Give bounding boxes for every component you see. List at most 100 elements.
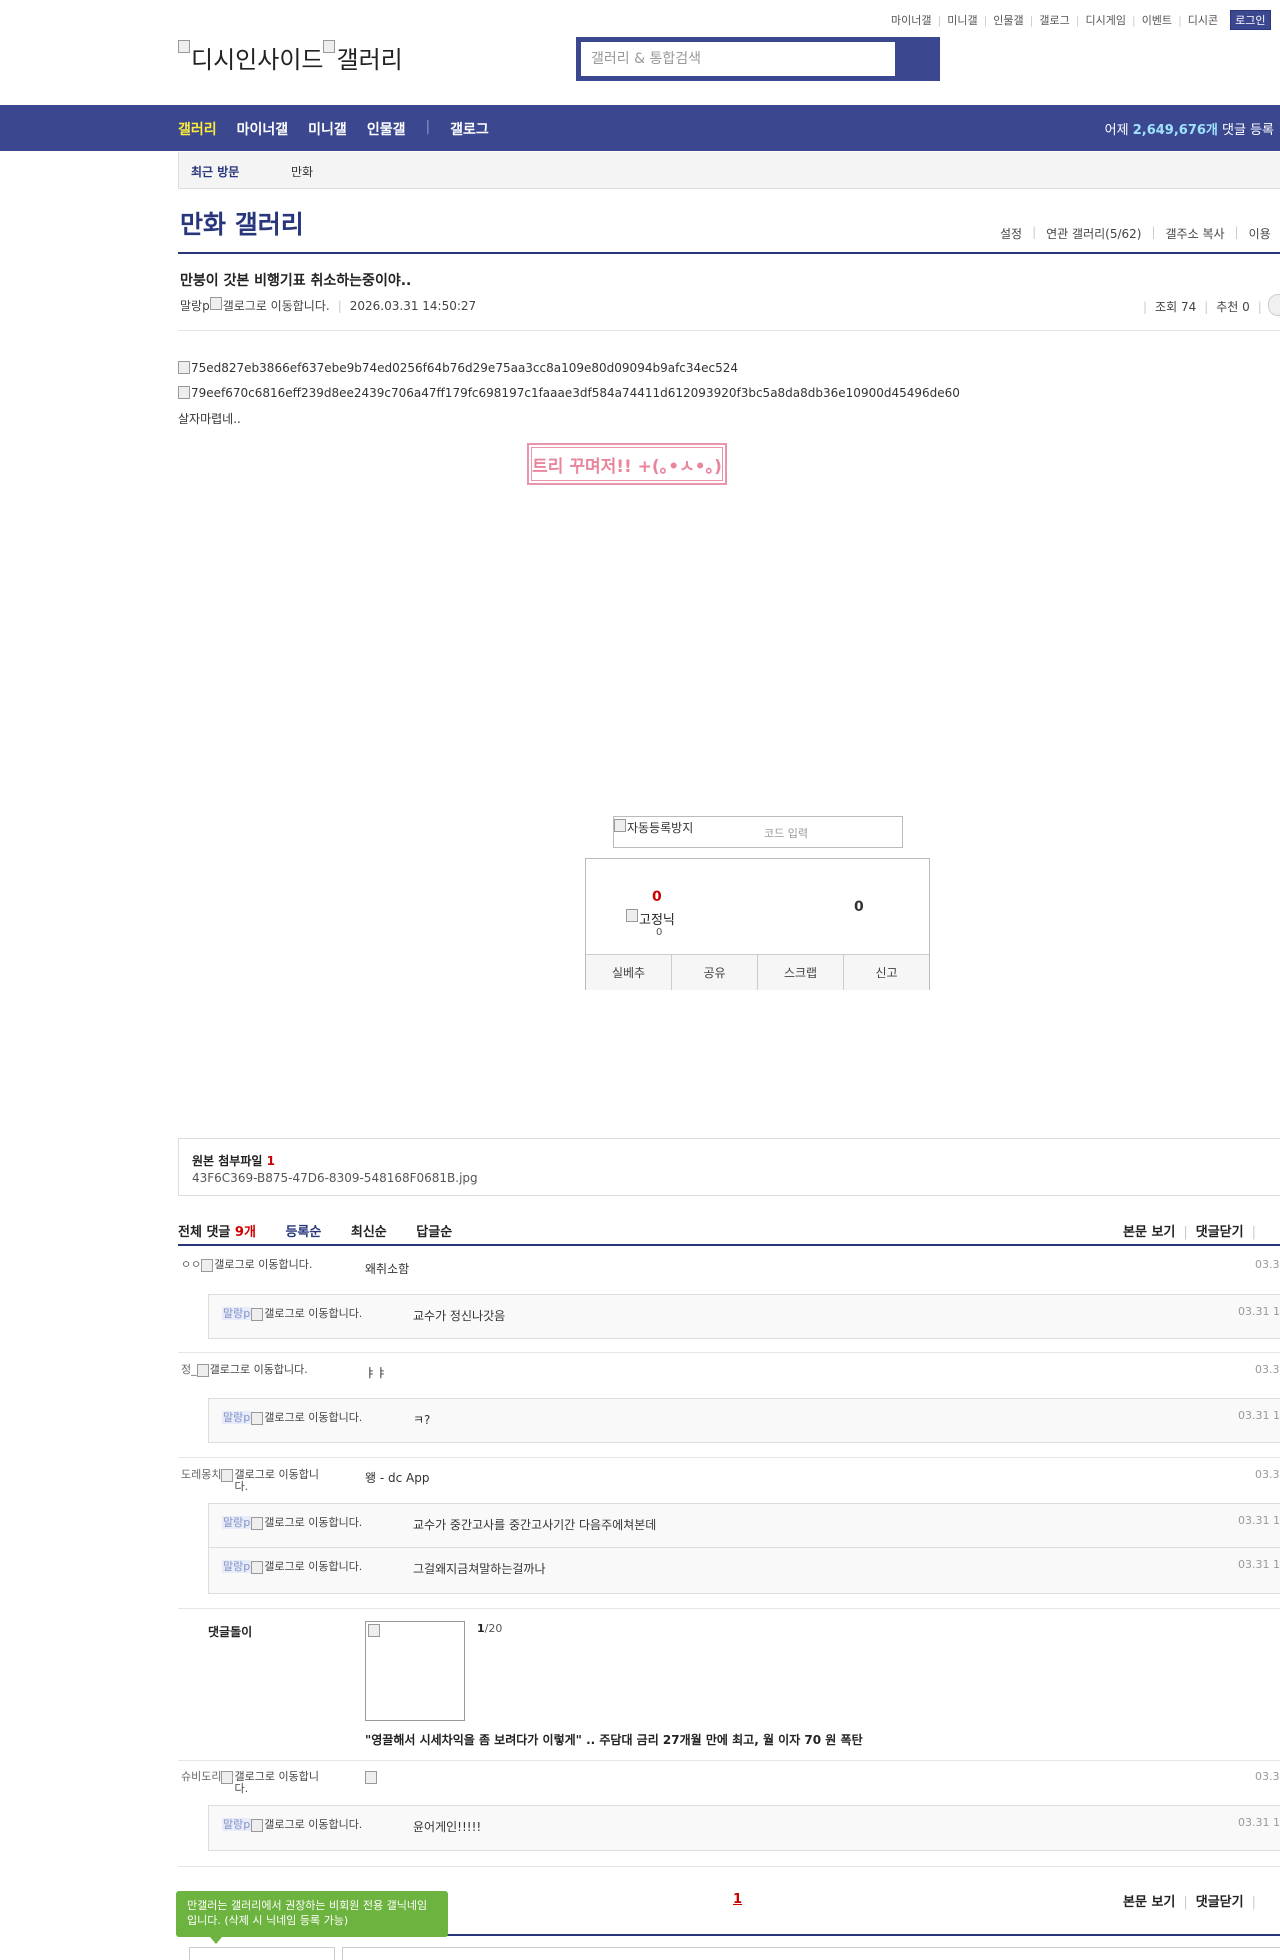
nav-divider: | bbox=[425, 119, 431, 135]
comment-nick[interactable]: 슈비도리 갤로그로 이동합니다. bbox=[181, 1771, 326, 1795]
dolli-pager: 1/20 bbox=[477, 1622, 502, 1635]
image-alt-text: 75ed827eb3866ef637ebe9b74ed0256f64b76d29… bbox=[191, 361, 739, 375]
related-gallery-link[interactable]: 연관 갤러리(5/62) bbox=[1046, 225, 1141, 242]
nav-item-person[interactable]: 인물갤 bbox=[367, 119, 406, 139]
page-number-current[interactable]: 1 bbox=[733, 1892, 742, 1907]
gallog-alt-text: 갤로그로 이동합니다. bbox=[264, 1560, 363, 1573]
comment-count-circle[interactable] bbox=[1268, 294, 1280, 316]
reply-date: 03.31 1 bbox=[1238, 1514, 1280, 1527]
nav-item-minor[interactable]: 마이너갤 bbox=[237, 119, 289, 139]
gallog-icon[interactable] bbox=[209, 297, 222, 310]
search-button[interactable] bbox=[897, 40, 937, 78]
comment-text: 왜취소함 bbox=[365, 1262, 410, 1276]
tree-event-banner[interactable]: 트리 꾸며저!! +(｡•ㅅ•｡) bbox=[527, 443, 727, 485]
divider: | bbox=[1183, 1895, 1188, 1910]
logo-sub-alt-text: 갤러리 bbox=[336, 46, 403, 74]
gallog-icon[interactable] bbox=[251, 1819, 264, 1832]
comment-divider bbox=[178, 1352, 1280, 1353]
nick-text: 말랑p bbox=[222, 1560, 252, 1573]
gallog-icon[interactable] bbox=[221, 1771, 234, 1784]
main-nav: 갤러리 마이너갤 미니갤 인물갤 | 갤로그 어제 2,649,676개 댓글 … bbox=[0, 105, 1280, 151]
comment-date: 03.31 bbox=[1255, 1258, 1280, 1271]
post-divider bbox=[178, 330, 1280, 331]
attachment-file-link[interactable]: 43F6C369-B875-47D6-8309-548168F0681B.jpg bbox=[192, 1171, 478, 1185]
gallog-icon[interactable] bbox=[201, 1259, 214, 1272]
image-alt-text: 79eef670c6816eff239d8ee2439c706a47ff179f… bbox=[191, 386, 960, 400]
close-comments-button[interactable]: 댓글닫기 bbox=[1196, 1895, 1244, 1910]
gallery-settings-link[interactable]: 설정 bbox=[1000, 225, 1022, 242]
reply-nick[interactable]: 말랑p 갤로그로 이동합니다. bbox=[222, 1818, 364, 1832]
reply-item: 말랑p 갤로그로 이동합니다. 교수가 중간고사를 중간고사기간 다음주에쳐본데 … bbox=[208, 1503, 1280, 1548]
count-value: 2,649,676개 bbox=[1132, 123, 1218, 138]
comment-nick[interactable]: ㅇㅇ 갤로그로 이동합니다. bbox=[181, 1259, 324, 1272]
divider: | bbox=[1032, 225, 1037, 239]
usage-link[interactable]: 이용 bbox=[1249, 225, 1271, 242]
recommend-up-count[interactable]: 0 bbox=[652, 889, 662, 905]
post-image-2: 79eef670c6816eff239d8ee2439c706a47ff179f… bbox=[178, 386, 960, 400]
sort-latest[interactable]: 최신순 bbox=[351, 1225, 387, 1240]
gallery-title[interactable]: 만화 갤러리 bbox=[180, 205, 304, 241]
sort-replies[interactable]: 답글순 bbox=[416, 1225, 452, 1240]
gallog-icon[interactable] bbox=[251, 1561, 264, 1574]
title-divider bbox=[178, 252, 1280, 254]
view-post-button[interactable]: 본문 보기 bbox=[1123, 1895, 1175, 1910]
reply-nick[interactable]: 말랑p 갤로그로 이동합니다. bbox=[222, 1516, 364, 1530]
sort-registered[interactable]: 등록순 bbox=[285, 1225, 321, 1240]
gallery-menu: 설정 | 연관 갤러리(5/62) | 갤주소 복사 | 이용 bbox=[1000, 225, 1271, 242]
attachment-label: 원본 첨부파일 1 bbox=[192, 1152, 275, 1169]
best-recommend-button[interactable]: 실베추 bbox=[586, 955, 672, 990]
top-link-minor[interactable]: 마이너갤 bbox=[891, 12, 931, 28]
captcha-row: 자동등록방지 코드 입력 bbox=[613, 816, 903, 848]
scrap-button[interactable]: 스크랩 bbox=[758, 955, 844, 990]
reply-nick[interactable]: 말랑p 갤로그로 이동합니다. bbox=[222, 1307, 364, 1321]
comment-write-input[interactable] bbox=[342, 1947, 1280, 1960]
comments-tools: 본문 보기 | 댓글닫기 | bbox=[1123, 1221, 1264, 1240]
share-button[interactable]: 공유 bbox=[672, 955, 758, 990]
nav-item-gallery[interactable]: 갤러리 bbox=[178, 119, 217, 139]
top-link-dcon[interactable]: 디시콘 bbox=[1188, 12, 1218, 28]
view-post-button[interactable]: 본문 보기 bbox=[1123, 1225, 1175, 1240]
nick-text: 말랑p bbox=[222, 1516, 252, 1529]
reply-nick[interactable]: 말랑p 갤로그로 이동합니다. bbox=[222, 1411, 364, 1425]
comments-divider bbox=[178, 1244, 1280, 1246]
gallog-alt-text: 갤로그로 이동합니다. bbox=[222, 299, 330, 313]
site-logo[interactable]: 디시인사이드 갤러리 bbox=[178, 40, 403, 75]
gallog-icon[interactable] bbox=[221, 1469, 234, 1482]
nav-item-gallog[interactable]: 갤로그 bbox=[450, 119, 489, 139]
gallog-icon[interactable] bbox=[251, 1517, 264, 1530]
gallog-alt-text: 갤로그로 이동합니다. bbox=[264, 1516, 363, 1529]
captcha-input[interactable]: 코드 입력 bbox=[764, 825, 808, 841]
top-link-gallog[interactable]: 갤로그 bbox=[1039, 12, 1069, 28]
copy-address-link[interactable]: 갤주소 복사 bbox=[1166, 225, 1225, 242]
reply-nick[interactable]: 말랑p 갤로그로 이동합니다. bbox=[222, 1560, 364, 1574]
top-link-game[interactable]: 디시게임 bbox=[1085, 12, 1125, 28]
comment-nick[interactable]: 정_ 갤로그로 이동합니다. bbox=[181, 1364, 320, 1377]
divider: | bbox=[1029, 13, 1034, 27]
dolli-headline[interactable]: "영끌해서 시세차익을 좀 보려다가 이렇게" .. 주담대 금리 27개월 만… bbox=[365, 1731, 863, 1748]
top-link-mini[interactable]: 미니갤 bbox=[947, 12, 977, 28]
comment-text: ㅑㅑ bbox=[365, 1366, 388, 1380]
login-button[interactable]: 로그인 bbox=[1230, 10, 1271, 30]
divider: | bbox=[1257, 300, 1262, 314]
search-box bbox=[576, 37, 940, 81]
logo-alt-text: 디시인사이드 bbox=[191, 46, 324, 74]
top-link-event[interactable]: 이벤트 bbox=[1142, 12, 1172, 28]
gallog-icon[interactable] bbox=[251, 1412, 264, 1425]
gallog-icon[interactable] bbox=[196, 1364, 209, 1377]
comment-nick[interactable]: 도레몽치 갤로그로 이동합니다. bbox=[181, 1469, 326, 1493]
gallog-icon[interactable] bbox=[251, 1308, 264, 1321]
nav-item-mini[interactable]: 미니갤 bbox=[308, 119, 347, 139]
dolli-thumbnail[interactable] bbox=[365, 1621, 465, 1721]
top-link-person[interactable]: 인물갤 bbox=[993, 12, 1023, 28]
report-button[interactable]: 신고 bbox=[844, 955, 929, 990]
broken-image-icon bbox=[178, 40, 190, 53]
gallog-alt-text: 갤로그로 이동합니다. bbox=[209, 1363, 308, 1376]
close-comments-button[interactable]: 댓글닫기 bbox=[1196, 1225, 1244, 1240]
recommend-down-count[interactable]: 0 bbox=[854, 899, 864, 915]
nickname-input[interactable] bbox=[189, 1947, 335, 1960]
banner-text: 트리 꾸며저!! +(｡•ㅅ•｡) bbox=[532, 456, 722, 477]
recent-visit-item[interactable]: 만화 bbox=[291, 163, 313, 180]
post-author[interactable]: 말랑p bbox=[180, 299, 210, 313]
search-input[interactable] bbox=[581, 42, 895, 76]
nick-text: 도레몽치 bbox=[181, 1468, 222, 1481]
